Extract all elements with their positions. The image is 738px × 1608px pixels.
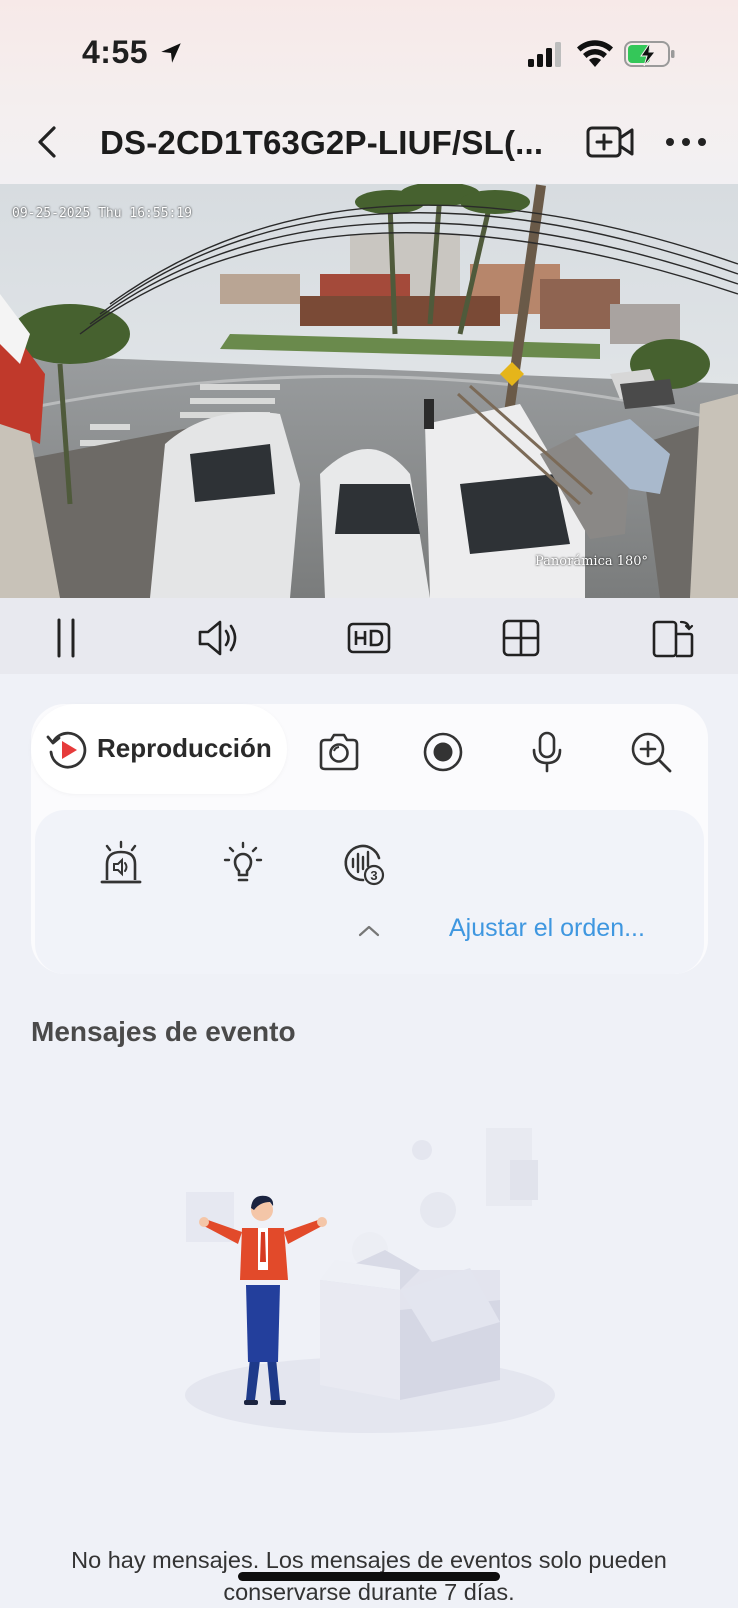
events-section-title: Mensajes de evento	[31, 1016, 296, 1047]
osd-timestamp: 09-25-2025 Thu 16:55:19	[12, 206, 193, 221]
playback-button[interactable]: Reproducción	[31, 704, 287, 794]
playback-history-icon	[46, 731, 87, 769]
siren-alarm-icon[interactable]	[99, 840, 143, 886]
microphone-icon[interactable]	[525, 730, 569, 774]
video-controls-bar	[0, 598, 738, 674]
device-title: DS-2CD1T63G2P-LIUF/SL(...	[100, 124, 544, 161]
back-icon[interactable]	[30, 124, 66, 160]
location-arrow-icon	[161, 43, 181, 63]
live-video-feed[interactable]: 09-25-2025 Thu 16:55:19 Panorámica 180°	[0, 184, 738, 598]
playback-label: Reproducción	[97, 733, 272, 763]
more-icon[interactable]	[664, 132, 708, 152]
hd-icon[interactable]	[347, 618, 391, 658]
header-area: 4:55 DS-2CD1T63G2P-LIUF/SL(...	[0, 0, 738, 184]
wifi-icon	[577, 40, 613, 67]
extra-actions-panel: 3 Ajustar el orden...	[35, 810, 704, 974]
camera-snapshot-icon[interactable]	[317, 730, 361, 774]
rotate-screen-icon[interactable]	[651, 618, 695, 658]
zoom-in-icon[interactable]	[629, 730, 673, 774]
adjust-order-link[interactable]: Ajustar el orden...	[449, 914, 645, 943]
grid-icon[interactable]	[499, 618, 543, 658]
record-icon[interactable]	[421, 730, 465, 774]
pause-icon[interactable]	[44, 618, 88, 658]
status-time: 4:55	[82, 34, 149, 70]
camera-add-icon[interactable]	[586, 124, 634, 160]
status-bar: 4:55	[0, 0, 738, 110]
speaker-icon[interactable]	[196, 618, 240, 658]
battery-charging-icon	[624, 41, 675, 67]
empty-state-illustration	[185, 1128, 555, 1433]
svg-text:3: 3	[370, 868, 377, 883]
audio-alarm-icon[interactable]: 3	[341, 840, 385, 886]
osd-camera-label: Panorámica 180°	[535, 554, 649, 569]
quick-actions-panel: Reproducción 3 Ajustar el orden...	[31, 704, 708, 974]
light-bulb-icon[interactable]	[221, 840, 265, 886]
nav-bar: DS-2CD1T63G2P-LIUF/SL(...	[0, 110, 738, 184]
cellular-signal-icon	[528, 42, 561, 67]
camera-scene-image	[0, 184, 738, 598]
chevron-up-icon[interactable]	[357, 922, 381, 938]
home-indicator	[238, 1572, 500, 1581]
